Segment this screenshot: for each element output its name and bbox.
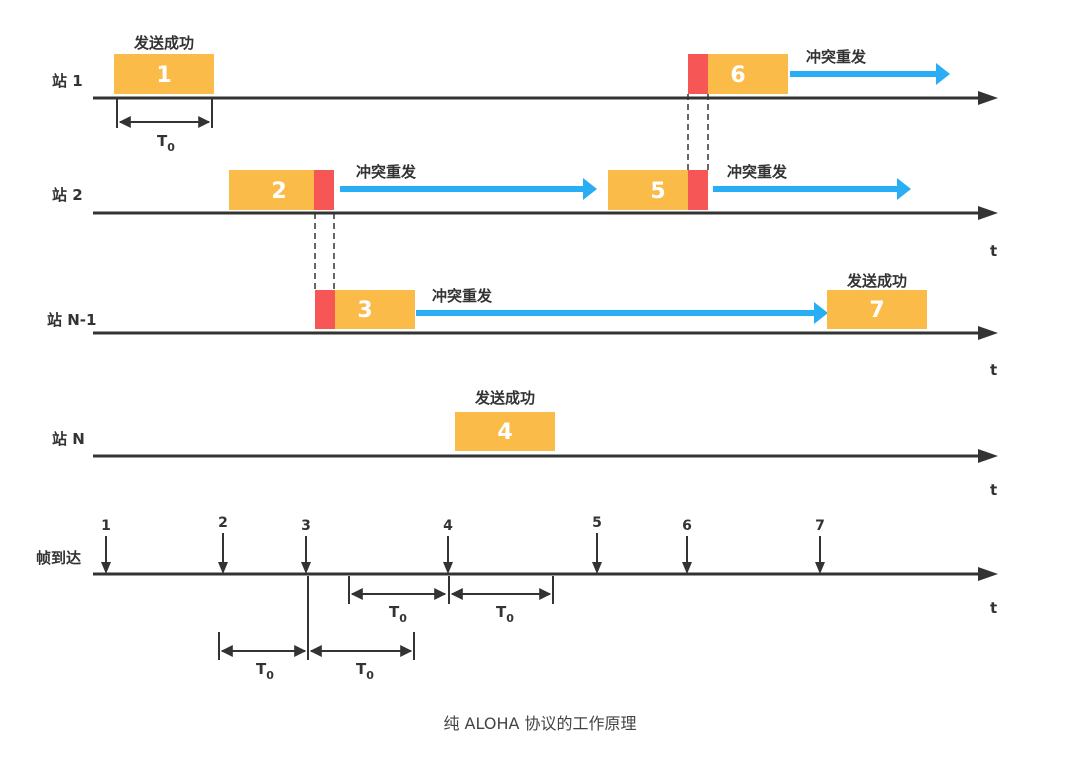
frame-2-note: 冲突重发: [356, 163, 417, 181]
frame-4: 4: [455, 412, 555, 451]
time-label: t: [990, 599, 997, 617]
svg-text:T0: T0: [256, 660, 274, 682]
timeline-station-2: [93, 206, 998, 220]
frame-number: 7: [869, 298, 884, 323]
svg-text:3: 3: [301, 518, 311, 534]
frame-number: 3: [357, 298, 372, 323]
aloha-diagram: 站 1 站 2 站 N-1 站 N 帧到达 t t t t 1 发送成功 T0 …: [36, 34, 998, 733]
frame-3-note: 冲突重发: [432, 287, 493, 305]
collision-block-2: [314, 170, 334, 210]
frame-4-note: 发送成功: [474, 389, 535, 407]
frame-number: 5: [650, 179, 665, 204]
frame-1-note: 发送成功: [133, 34, 194, 52]
arrival-7: 7: [815, 518, 825, 574]
svg-text:4: 4: [443, 518, 453, 534]
collision-block-5: [688, 170, 708, 210]
frame-1: 1: [114, 54, 214, 94]
arrival-2: 2: [218, 515, 228, 574]
period-t0-before-4: T0: [348, 576, 447, 625]
figure-caption: 纯 ALOHA 协议的工作原理: [443, 714, 636, 733]
frame-number: 2: [271, 179, 286, 204]
svg-text:7: 7: [815, 518, 825, 534]
svg-text:6: 6: [682, 518, 692, 534]
frame-3: 3: [335, 290, 415, 329]
period-t0-after-3: T0: [309, 632, 415, 682]
station-label-n: 站 N: [52, 430, 85, 448]
svg-text:T0: T0: [496, 603, 514, 625]
retransmit-arrow-5: [713, 178, 911, 200]
arrival-5: 5: [592, 515, 602, 574]
period-t0-after-4: T0: [448, 576, 554, 625]
arrival-3: 3: [301, 518, 311, 574]
svg-text:5: 5: [592, 515, 602, 531]
frame-7-note: 发送成功: [846, 272, 907, 290]
frame-6-note: 冲突重发: [806, 48, 867, 66]
station-label-2: 站 2: [52, 186, 83, 204]
time-label: t: [990, 481, 997, 499]
arrival-4: 4: [443, 518, 453, 574]
frame-2: 2: [229, 170, 314, 210]
arrival-6: 6: [682, 518, 692, 574]
timeline-station-n: [93, 449, 998, 463]
frame-number: 1: [156, 63, 171, 88]
period-t0-before-3: T0: [218, 576, 309, 682]
retransmit-arrow-2: [340, 178, 597, 200]
collision-block-3: [315, 290, 335, 329]
arrivals-label: 帧到达: [36, 549, 81, 567]
collision-block-6: [688, 54, 708, 94]
frame-5: 5: [608, 170, 688, 210]
retransmit-arrow-6: [790, 63, 950, 85]
period-t0-station-1: T0: [116, 98, 213, 154]
frame-number: 4: [497, 420, 512, 445]
svg-text:2: 2: [218, 515, 228, 531]
frame-number: 6: [730, 63, 745, 88]
arrival-1: 1: [101, 518, 111, 574]
frame-6: 6: [708, 54, 788, 94]
time-label: t: [990, 242, 997, 260]
svg-text:T0: T0: [356, 660, 374, 682]
svg-text:1: 1: [101, 518, 111, 534]
svg-text:T0: T0: [389, 603, 407, 625]
station-label-n-1: 站 N-1: [47, 311, 96, 329]
t0-sub: 0: [167, 141, 175, 154]
frame-7: 7: [827, 290, 927, 329]
timeline-station-1: [93, 91, 998, 105]
retransmit-arrow-3: [416, 302, 828, 324]
frame-5-note: 冲突重发: [727, 163, 788, 181]
svg-text:T0: T0: [157, 132, 175, 154]
timeline-arrivals: [93, 567, 998, 581]
time-label: t: [990, 361, 997, 379]
station-label-1: 站 1: [52, 72, 83, 90]
